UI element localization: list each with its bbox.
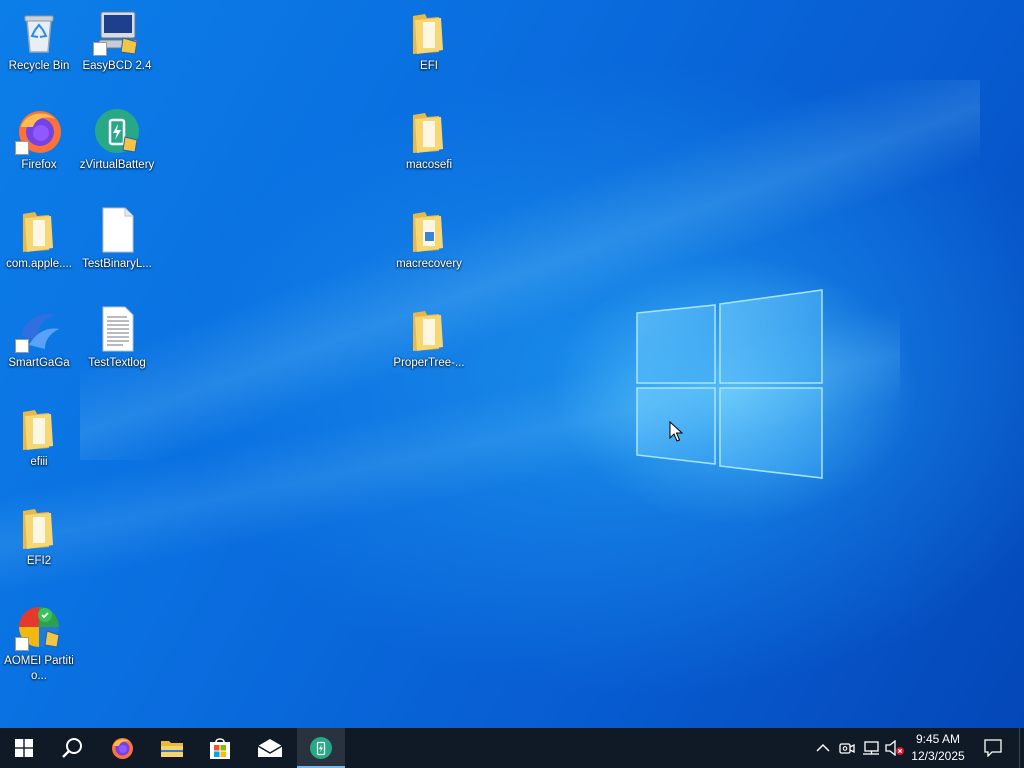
- folder-icon: [405, 107, 453, 155]
- desktop-icon-smartgaga[interactable]: SmartGaGa: [1, 305, 77, 371]
- blank-file-icon: [93, 206, 141, 254]
- icon-label: EasyBCD 2.4: [82, 60, 152, 72]
- desktop-icon-firefox[interactable]: Firefox: [1, 107, 77, 173]
- volume-button[interactable]: [885, 738, 905, 758]
- desktop-icon-com-apple[interactable]: com.apple....: [1, 206, 77, 272]
- meet-now-button[interactable]: [837, 738, 857, 758]
- icon-label: zVirtualBattery: [79, 159, 155, 171]
- shortcut-arrow-icon: [15, 141, 29, 155]
- desktop-icon-testtextlog[interactable]: TestTextlog: [79, 305, 155, 371]
- action-center-button[interactable]: [982, 738, 1004, 758]
- clock[interactable]: 9:45 AM 12/3/2025: [905, 731, 971, 765]
- show-desktop-button[interactable]: [1019, 728, 1020, 768]
- desktop-icon-recycle-bin[interactable]: Recycle Bin: [1, 8, 77, 74]
- shortcut-arrow-icon: [93, 42, 107, 56]
- desktop-icon-efiii[interactable]: efiii: [1, 404, 77, 470]
- desktop-icon-macrecovery[interactable]: macrecovery: [391, 206, 467, 272]
- taskbar-mail[interactable]: [246, 728, 294, 768]
- desktop-icon-propertree[interactable]: ProperTree-...: [391, 305, 467, 371]
- folder-icon: [405, 206, 453, 254]
- icon-label: EFI: [420, 60, 438, 72]
- chevron-up-icon: [816, 743, 830, 752]
- battery-app-icon: [93, 107, 141, 155]
- windows-logo-wallpaper: [636, 289, 823, 479]
- text-file-icon: [93, 305, 141, 353]
- windows-start-icon: [15, 739, 33, 757]
- mouse-cursor-icon: [669, 421, 683, 442]
- notification-icon: [984, 739, 1002, 757]
- taskbar: 9:45 AM 12/3/2025: [0, 728, 1024, 768]
- firefox-icon: [112, 738, 133, 759]
- show-hidden-icons-button[interactable]: [813, 738, 833, 758]
- shortcut-arrow-icon: [15, 637, 29, 651]
- firefox-icon: [15, 107, 63, 155]
- folder-icon: [405, 305, 453, 353]
- icon-label: Recycle Bin: [8, 60, 70, 72]
- icon-label: AOMEI Partitio...: [4, 655, 74, 682]
- desktop-icon-efi2[interactable]: EFI2: [1, 503, 77, 569]
- taskbar-firefox[interactable]: [98, 728, 146, 768]
- icon-label: com.apple....: [6, 258, 72, 270]
- icon-label: Firefox: [21, 159, 57, 171]
- easybcd-icon: [93, 8, 141, 56]
- desktop-icon-aomei[interactable]: AOMEI Partitio...: [1, 603, 77, 684]
- taskbar-microsoft-store[interactable]: [196, 728, 244, 768]
- desktop-icon-testbinaryl[interactable]: TestBinaryL...: [79, 206, 155, 272]
- icon-label: SmartGaGa: [8, 357, 70, 369]
- desktop-icon-macosefi[interactable]: macosefi: [391, 107, 467, 173]
- network-button[interactable]: [861, 738, 881, 758]
- smartgaga-icon: [15, 305, 63, 353]
- folder-icon: [15, 404, 63, 452]
- folder-icon: [15, 206, 63, 254]
- icon-label: EFI2: [26, 555, 52, 567]
- desktop-icon-easybcd[interactable]: EasyBCD 2.4: [79, 8, 155, 74]
- network-icon: [863, 741, 879, 755]
- taskbar-file-explorer[interactable]: [148, 728, 196, 768]
- light-beam: [80, 80, 980, 460]
- icon-label: TestTextlog: [88, 357, 146, 369]
- icon-label: ProperTree-...: [393, 357, 465, 369]
- recycle-bin-icon: [15, 8, 63, 56]
- desktop-icon-zvirtualbattery[interactable]: zVirtualBattery: [79, 107, 155, 173]
- folder-icon: [161, 741, 183, 757]
- start-button[interactable]: [0, 728, 48, 768]
- shortcut-arrow-icon: [15, 339, 29, 353]
- taskbar-zvirtualbattery[interactable]: [297, 728, 345, 768]
- icon-label: TestBinaryL...: [82, 258, 152, 270]
- store-icon: [210, 738, 230, 759]
- desktop: Recycle Bin Firefox com.apple.... SmartG…: [0, 0, 1024, 728]
- clock-time: 9:45 AM: [915, 732, 961, 746]
- aomei-icon: [15, 603, 63, 651]
- clock-date: 12/3/2025: [911, 749, 965, 763]
- mail-icon: [257, 739, 283, 757]
- search-button[interactable]: [48, 728, 96, 768]
- volume-muted-icon: [885, 740, 904, 756]
- desktop-icon-efi[interactable]: EFI: [391, 8, 467, 74]
- battery-app-icon: [310, 737, 332, 759]
- search-icon: [62, 738, 82, 758]
- folder-icon: [15, 503, 63, 551]
- meet-now-icon: [839, 743, 855, 754]
- icon-label: macosefi: [405, 159, 453, 171]
- icon-label: efiii: [30, 456, 48, 468]
- icon-label: macrecovery: [396, 258, 462, 270]
- folder-icon: [405, 8, 453, 56]
